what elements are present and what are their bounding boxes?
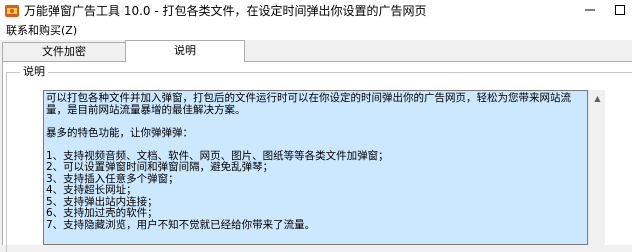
app-logo-icon	[4, 3, 20, 19]
window-title: 万能弹窗广告工具 10.0 - 打包各类文件，在设定时间弹出你设置的广告网页	[24, 4, 427, 18]
scroll-up-icon[interactable]: ▲	[589, 90, 606, 107]
maximize-button[interactable]	[608, 0, 632, 22]
description-textarea[interactable]: 可以打包各种文件并加入弹窗，打包后的文件运行时可以在你设定的时间弹出你的广告网页…	[43, 90, 588, 245]
title-bar: 万能弹窗广告工具 10.0 - 打包各类文件，在设定时间弹出你设置的广告网页	[0, 0, 632, 22]
tab-file-encrypt[interactable]: 文件加密	[2, 42, 126, 61]
menu-bar: 联系和购买(Z)	[0, 22, 632, 40]
vertical-scrollbar[interactable]: ▲	[588, 90, 605, 245]
maximize-icon	[615, 4, 625, 18]
tab-instructions[interactable]: 说明	[125, 40, 245, 62]
minimize-button[interactable]	[570, 0, 610, 22]
description-text: 可以打包各种文件并加入弹窗，打包后的文件运行时可以在你设定的时间弹出你的广告网页…	[44, 91, 587, 244]
minimize-icon	[585, 5, 595, 18]
menu-contact-purchase[interactable]: 联系和购买(Z)	[6, 24, 77, 38]
groupbox-label: 说明	[20, 65, 48, 79]
tab-strip: 文件加密 说明	[0, 40, 632, 62]
